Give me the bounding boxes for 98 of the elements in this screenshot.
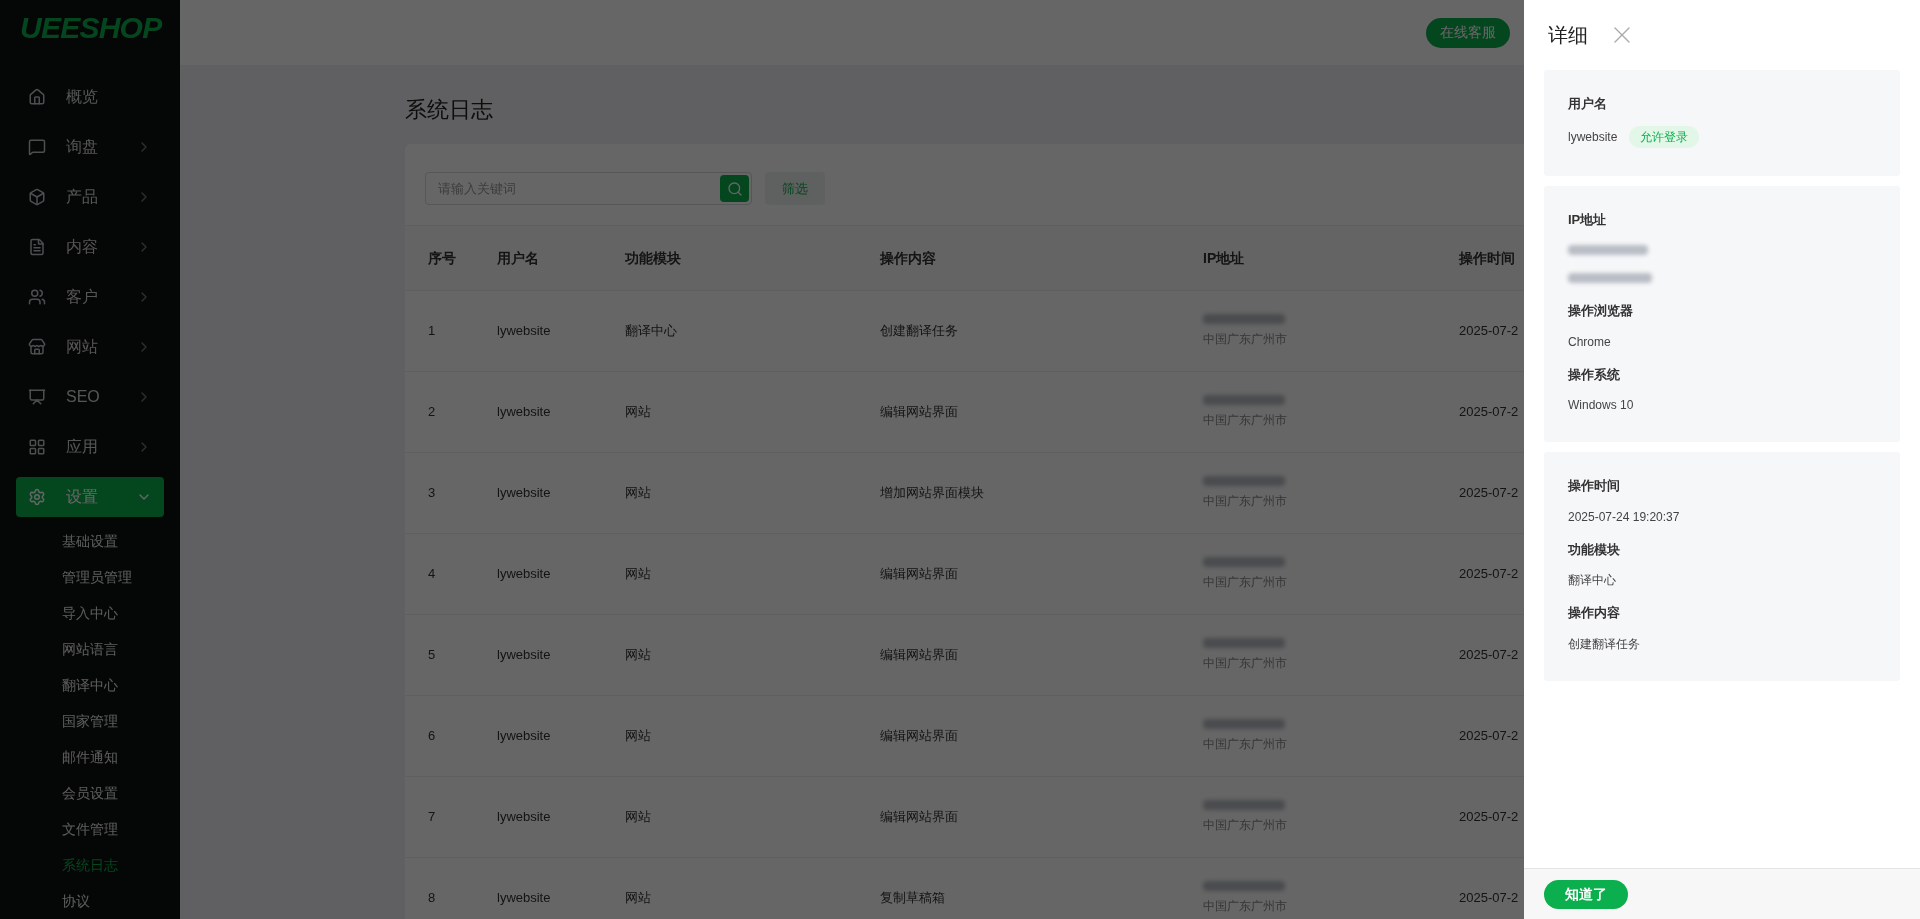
sidebar-item[interactable]: 客户 (16, 277, 164, 317)
submenu-item[interactable]: 文件管理 (62, 811, 164, 847)
table-cell-text: 2025-07-2 (1459, 808, 1519, 827)
field-label: 操作系统 (1568, 365, 1620, 384)
table-cell-text: 4 (428, 565, 436, 584)
table-cell-text: 7 (428, 808, 436, 827)
table-cell-text: lywebsite (497, 484, 551, 503)
table-cell-text: lywebsite (497, 808, 551, 827)
grid-icon (28, 438, 46, 456)
page-title: 系统日志 (405, 96, 494, 124)
status-badge: 允许登录 (1629, 125, 1700, 148)
submenu-item[interactable]: 国家管理 (62, 703, 164, 739)
field-label: IP地址 (1568, 210, 1607, 229)
column-header: 操作内容 (880, 248, 936, 268)
table-cell-text: lywebsite (497, 727, 551, 746)
table-cell-text: 2025-07-2 (1459, 484, 1519, 503)
sidebar-item[interactable]: 概览 (16, 77, 164, 117)
document-icon (28, 238, 46, 256)
table-cell-text: lywebsite (497, 322, 551, 341)
table-cell-text: 网站 (625, 565, 651, 584)
table-cell-text: 网站 (625, 889, 651, 908)
field-value: 翻译中心 (1568, 572, 1616, 589)
online-support-button[interactable]: 在线客服 (1426, 17, 1510, 48)
table-cell-text: 创建翻译任务 (880, 322, 958, 341)
field-label: 操作时间 (1568, 477, 1620, 495)
table-cell-text: 网站 (625, 403, 651, 422)
drawer-title: 详细 (1548, 23, 1588, 48)
table-cell-text: 网站 (625, 646, 651, 665)
table-cell-text: 编辑网站界面 (880, 727, 958, 746)
field-value: 2025-07-24 19:20:37 (1568, 508, 1680, 526)
submenu-item[interactable]: 翻译中心 (62, 667, 164, 703)
table-cell-text: 网站 (625, 727, 651, 746)
table-cell-text: 2025-07-2 (1459, 727, 1519, 746)
modal-backdrop[interactable] (0, 0, 1524, 919)
table-cell-text: 2025-07-2 (1459, 403, 1519, 422)
field-value: 创建翻译任务 (1568, 635, 1640, 653)
submenu-item[interactable]: 会员设置 (62, 775, 164, 811)
table-cell-text: lywebsite (497, 889, 551, 908)
table-cell-text: 编辑网站界面 (880, 808, 958, 827)
column-header: 用户名 (497, 248, 539, 268)
box-icon (28, 188, 46, 206)
column-header: 序号 (428, 248, 456, 268)
confirm-button[interactable]: 知道了 (1544, 879, 1628, 909)
submenu-item[interactable]: 邮件通知 (62, 739, 164, 775)
field-label: 操作内容 (1568, 604, 1620, 622)
field-label: 操作浏览器 (1568, 302, 1633, 320)
sidebar-item[interactable]: 产品 (16, 177, 164, 217)
settings-icon (28, 488, 46, 506)
table-cell-text: 6 (428, 727, 436, 746)
submenu-item[interactable]: 网站语言 (62, 631, 164, 667)
search-button[interactable] (720, 175, 749, 202)
sidebar-item[interactable]: 网站 (16, 327, 164, 367)
logo[interactable]: UEESHOP (20, 5, 162, 50)
table-cell-text: lywebsite (497, 403, 551, 422)
filter-button[interactable]: 筛选 (765, 172, 825, 205)
submenu-item[interactable]: 协议 (62, 883, 164, 919)
table-cell-text: lywebsite (497, 646, 551, 665)
home-icon (28, 88, 46, 106)
table-cell-text: 8 (428, 889, 436, 908)
field-value: Windows 10 (1568, 397, 1634, 414)
sidebar-item[interactable]: 内容 (16, 227, 164, 267)
table-cell-text: 增加网站界面模块 (880, 484, 984, 503)
field-label: 功能模块 (1568, 540, 1620, 559)
sidebar-item[interactable]: 设置 (16, 477, 164, 517)
submenu-item[interactable]: 基础设置 (62, 523, 164, 559)
table-cell-text: 2025-07-2 (1459, 322, 1519, 341)
table-cell-text: 翻译中心 (625, 322, 677, 341)
store-icon (28, 338, 46, 356)
column-header: IP地址 (1203, 248, 1245, 268)
users-icon (28, 288, 46, 306)
table-cell-text: 复制草稿箱 (880, 889, 945, 908)
table-cell-text: 网站 (625, 484, 651, 503)
sidebar-item[interactable]: 应用 (16, 427, 164, 467)
table-cell-text: 2 (428, 403, 436, 422)
field-label: 用户名 (1568, 95, 1607, 113)
sidebar-item[interactable]: SEO (16, 377, 164, 417)
table-cell-text: 2025-07-2 (1459, 646, 1519, 665)
sidebar-item[interactable]: 询盘 (16, 127, 164, 167)
table-cell-text: 1 (428, 322, 436, 341)
chart-screen-icon (28, 388, 46, 406)
table-cell-text: 编辑网站界面 (880, 565, 958, 584)
submenu-item[interactable]: 系统日志 (62, 847, 164, 883)
column-header: 操作时间 (1459, 248, 1515, 268)
table-cell-text: 3 (428, 484, 436, 503)
table-cell-text: 网站 (625, 808, 651, 827)
column-header: 功能模块 (625, 248, 681, 268)
table-cell-text: 2025-07-2 (1459, 889, 1519, 908)
search-icon (726, 180, 743, 197)
table-cell-text: lywebsite (497, 565, 551, 584)
table-cell-text: 2025-07-2 (1459, 565, 1519, 584)
table-cell-text: 编辑网站界面 (880, 646, 958, 665)
table-cell-text: 5 (428, 646, 436, 665)
chat-icon (28, 138, 46, 156)
field-value: lywebsite (1568, 128, 1618, 146)
submenu-item[interactable]: 导入中心 (62, 595, 164, 631)
field-value: Chrome (1568, 333, 1611, 351)
submenu-item[interactable]: 管理员管理 (62, 559, 164, 595)
table-cell-text: 编辑网站界面 (880, 403, 958, 422)
